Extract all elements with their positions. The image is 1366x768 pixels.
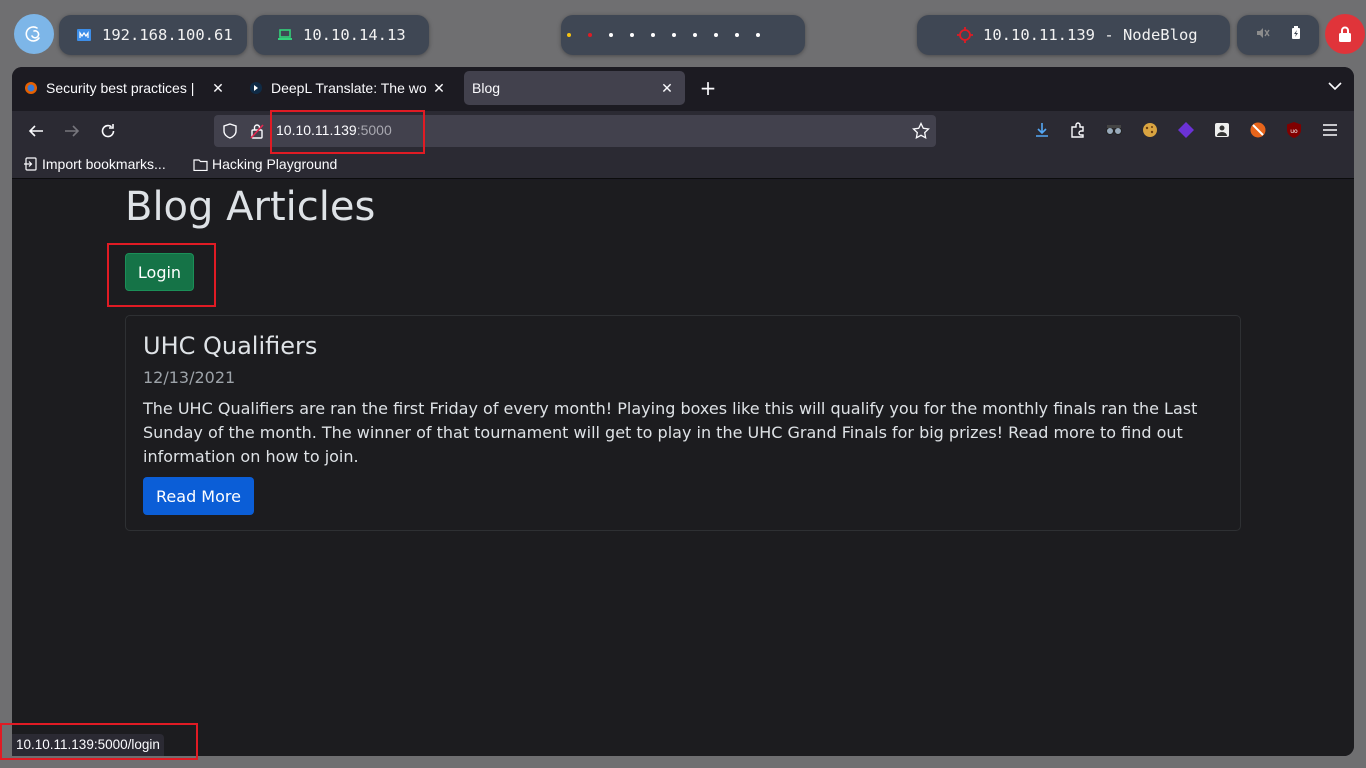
- battery-icon[interactable]: [1291, 26, 1301, 44]
- workspace-dot-4[interactable]: [630, 33, 634, 37]
- new-tab-button[interactable]: +: [696, 76, 720, 100]
- arrow-left-icon: [28, 125, 43, 137]
- workspace-dot-10[interactable]: [756, 33, 760, 37]
- read-more-button[interactable]: Read More: [143, 477, 254, 515]
- tab-title: Blog: [472, 80, 501, 96]
- reload-button[interactable]: [97, 120, 119, 142]
- target-ip-text: 192.168.100.61: [102, 26, 233, 44]
- workspace-dot-3[interactable]: [609, 33, 613, 37]
- vpn-ip-widget[interactable]: 10.10.14.13: [253, 15, 429, 55]
- tab-title: DeepL Translate: The wo: [271, 80, 427, 96]
- tab-deepl-translate[interactable]: DeepL Translate: The wo ✕: [241, 71, 457, 105]
- bookmark-label: Import bookmarks...: [42, 156, 166, 172]
- workspace-dot-6[interactable]: [672, 33, 676, 37]
- user-agent-switcher-icon[interactable]: [1213, 121, 1231, 139]
- wappalyzer-icon[interactable]: [1177, 121, 1195, 139]
- tab-blog[interactable]: Blog ✕: [464, 71, 685, 105]
- debian-menu-button[interactable]: [14, 14, 54, 54]
- insecure-lock-icon[interactable]: [250, 123, 264, 143]
- list-all-tabs-chevron-icon[interactable]: [1328, 79, 1342, 95]
- workspace-dot-7[interactable]: [693, 33, 697, 37]
- downloads-icon[interactable]: [1033, 121, 1051, 139]
- bookmark-import[interactable]: Import bookmarks...: [24, 156, 166, 172]
- volume-muted-icon[interactable]: [1256, 26, 1270, 44]
- annotation-status-highlight: [0, 723, 198, 760]
- tracking-protection-shield-icon[interactable]: [222, 123, 238, 143]
- reload-icon: [101, 124, 115, 138]
- workspace-dot-1[interactable]: [567, 33, 571, 37]
- vpn-ip-text: 10.10.14.13: [303, 26, 406, 44]
- close-tab-icon[interactable]: ✕: [208, 80, 228, 97]
- close-tab-icon[interactable]: ✕: [657, 80, 677, 97]
- system-top-bar: 192.168.100.61 10.10.14.13 10.10.11.139 …: [0, 0, 1366, 68]
- workspace-switcher[interactable]: [561, 15, 805, 55]
- bookmark-label: Hacking Playground: [212, 156, 338, 172]
- lock-icon: [1339, 26, 1351, 42]
- bookmarks-toolbar: Import bookmarks... Hacking Playground: [12, 151, 1354, 179]
- network-monitor-icon: [76, 27, 92, 43]
- workspace-dot-8[interactable]: [714, 33, 718, 37]
- svg-text:uo: uo: [1290, 128, 1298, 135]
- target-ip-widget[interactable]: 192.168.100.61: [59, 15, 247, 55]
- extensions-puzzle-icon[interactable]: [1069, 121, 1087, 139]
- page-title: Blog Articles: [125, 184, 376, 230]
- machine-target-widget[interactable]: 10.10.11.139 - NodeBlog: [917, 15, 1230, 55]
- annotation-login-highlight: [107, 243, 216, 307]
- system-tray: [1237, 15, 1319, 55]
- workspace-dot-9[interactable]: [735, 33, 739, 37]
- navigation-toolbar: 10.10.11.139:5000 uo: [12, 111, 1354, 151]
- forward-button[interactable]: [61, 120, 83, 142]
- article-title: UHC Qualifiers: [143, 332, 318, 360]
- annotation-url-highlight: [270, 110, 425, 154]
- ublock-origin-icon[interactable]: uo: [1285, 121, 1303, 139]
- bookmark-folder-hacking-playground[interactable]: Hacking Playground: [193, 156, 337, 172]
- browser-window: Security best practices | ✕ DeepL Transl…: [12, 67, 1354, 756]
- app-menu-hamburger-icon[interactable]: [1321, 121, 1339, 139]
- arrow-right-icon: [65, 125, 80, 137]
- article-card: UHC Qualifiers 12/13/2021 The UHC Qualif…: [125, 315, 1241, 531]
- workspace-dots: [561, 33, 760, 37]
- workspace-dot-5[interactable]: [651, 33, 655, 37]
- tab-bar: Security best practices | ✕ DeepL Transl…: [12, 67, 1354, 111]
- machine-label-text: 10.10.11.139 - NodeBlog: [983, 26, 1198, 44]
- laptop-icon: [277, 27, 293, 43]
- cookie-editor-icon[interactable]: [1141, 121, 1159, 139]
- import-icon: [24, 157, 37, 171]
- firefox-docs-icon: [25, 82, 37, 94]
- debian-swirl-icon: [25, 26, 40, 42]
- hacktools-icon[interactable]: [1249, 121, 1267, 139]
- folder-icon: [193, 158, 208, 171]
- tab-security-best-practices[interactable]: Security best practices | ✕: [16, 71, 236, 105]
- crosshair-icon: [957, 27, 973, 43]
- deepl-icon: [250, 82, 262, 94]
- tab-title: Security best practices |: [46, 80, 195, 96]
- workspace-dot-2[interactable]: [588, 33, 592, 37]
- back-button[interactable]: [25, 120, 47, 142]
- close-tab-icon[interactable]: ✕: [429, 80, 449, 97]
- bookmark-star-icon[interactable]: [912, 121, 930, 144]
- article-body: The UHC Qualifiers are ran the first Fri…: [143, 399, 1198, 466]
- foxyproxy-glasses-icon[interactable]: [1105, 121, 1123, 139]
- lock-screen-button[interactable]: [1325, 14, 1365, 54]
- article-date: 12/13/2021: [143, 368, 236, 387]
